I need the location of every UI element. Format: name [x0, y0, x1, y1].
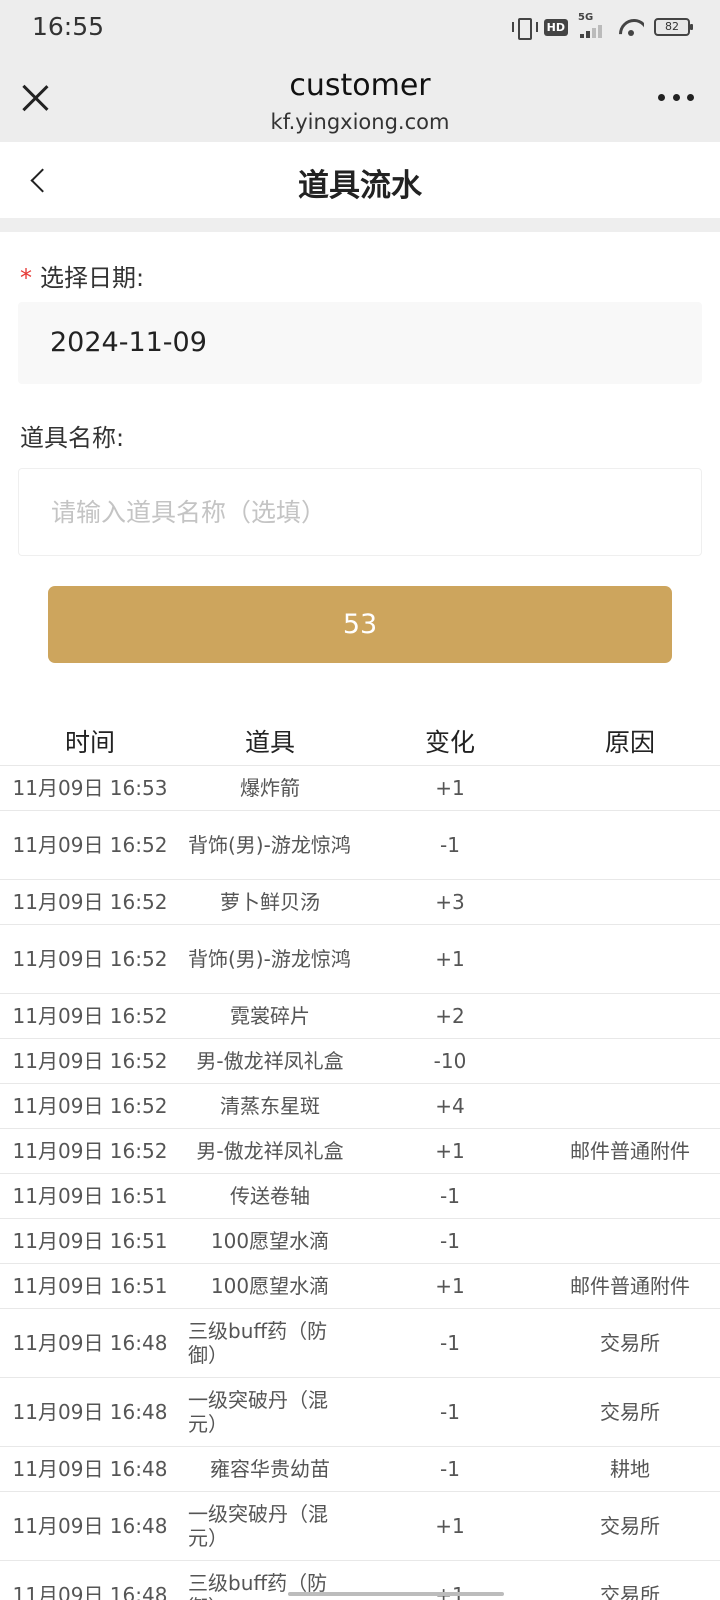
cell-change: +1 [435, 1514, 465, 1538]
item-log-table: 时间 道具 变化 原因 11月09日 16:53 爆炸箭 +1 11月09日 16:5… [0, 716, 720, 1600]
header-time: 时间 [64, 727, 115, 757]
scroll-indicator [288, 1592, 504, 1596]
cell-reason: 交易所 [600, 1583, 660, 1600]
table-row: 11月09日 16:52 男-傲龙祥凤礼盒 +1 邮件普通附件 [0, 1129, 720, 1174]
table-row: 11月09日 16:51 100愿望水滴 +1 邮件普通附件 [0, 1264, 720, 1309]
cell-reason: 邮件普通附件 [570, 1274, 690, 1298]
cell-item: 传送卷轴 [230, 1184, 310, 1208]
date-picker-field[interactable]: 2024-11-09 [18, 302, 702, 384]
table-body: 11月09日 16:53 爆炸箭 +1 11月09日 16:52 背饰(男)-游龙惊鸿 -… [0, 766, 720, 1600]
hd-icon: HD [543, 18, 568, 36]
header-item: 道具 [244, 727, 295, 757]
browser-bar: customer kf.yingxiong.com [0, 58, 720, 142]
cell-change: +1 [435, 947, 465, 971]
cell-item: 100愿望水滴 [210, 1229, 330, 1253]
cell-time: 11月09日 16:48 [12, 1514, 168, 1538]
cell-change: -1 [440, 1331, 460, 1355]
network-label: 5G [578, 12, 594, 23]
table-row: 11月09日 16:51 100愿望水滴 -1 [0, 1219, 720, 1264]
cell-item: 霓裳碎片 [230, 1004, 310, 1028]
table-row: 11月09日 16:52 清蒸东星斑 +4 [0, 1084, 720, 1129]
table-row: 11月09日 16:52 霓裳碎片 +2 [0, 994, 720, 1039]
cell-change: -1 [440, 1184, 460, 1208]
cell-change: -1 [440, 833, 460, 857]
status-time: 16:55 [32, 12, 105, 41]
status-icons: HD 5G 82 [511, 12, 693, 40]
header-reason: 原因 [604, 727, 655, 757]
cell-change: -1 [440, 1457, 460, 1481]
cell-change: +2 [435, 1004, 465, 1028]
table-row: 11月09日 16:53 爆炸箭 +1 [0, 766, 720, 811]
cell-item: 背饰(男)-游龙惊鸿 [188, 833, 351, 857]
status-bar: 16:55 HD 5G 82 [0, 0, 720, 58]
5g-signal-icon: 5G [578, 12, 608, 38]
table-row: 11月09日 16:48 雍容华贵幼苗 -1 耕地 [0, 1447, 720, 1492]
item-name-input[interactable] [18, 468, 702, 556]
page-title: 道具流水 [298, 168, 422, 204]
browser-url: kf.yingxiong.com [270, 110, 450, 134]
vibrate-icon [511, 16, 538, 40]
table-row: 11月09日 16:51 传送卷轴 -1 [0, 1174, 720, 1219]
cell-change: +1 [435, 1139, 465, 1163]
cell-time: 11月09日 16:52 [12, 833, 168, 857]
cell-item: 一级突破丹（混元） [188, 1388, 328, 1436]
table-row: 11月09日 16:52 背饰(男)-游龙惊鸿 +1 [0, 925, 720, 994]
table-row: 11月09日 16:48 一级突破丹（混元） +1 交易所 [0, 1492, 720, 1561]
date-label-text: 选择日期: [40, 264, 145, 292]
cell-reason: 交易所 [600, 1514, 660, 1538]
cell-reason: 交易所 [600, 1331, 660, 1355]
cell-time: 11月09日 16:48 [12, 1457, 168, 1481]
cell-change: -1 [440, 1400, 460, 1424]
cell-change: -1 [440, 1229, 460, 1253]
table-row: 11月09日 16:52 男-傲龙祥凤礼盒 -10 [0, 1039, 720, 1084]
table-header: 时间 道具 变化 原因 [0, 716, 720, 766]
cell-time: 11月09日 16:51 [12, 1184, 168, 1208]
cell-item: 萝卜鲜贝汤 [220, 890, 320, 914]
cell-item: 清蒸东星斑 [220, 1094, 320, 1118]
cell-reason: 邮件普通附件 [570, 1139, 690, 1163]
cell-change: +1 [435, 776, 465, 800]
table-row: 11月09日 16:52 萝卜鲜贝汤 +3 [0, 880, 720, 925]
cell-change: +4 [435, 1094, 465, 1118]
table-row: 11月09日 16:52 背饰(男)-游龙惊鸿 -1 [0, 811, 720, 880]
cell-change: -10 [433, 1049, 467, 1073]
cell-change: +3 [435, 890, 465, 914]
query-button[interactable]: 53 [48, 586, 672, 663]
table-row: 11月09日 16:48 三级buff药（防御） -1 交易所 [0, 1309, 720, 1378]
cell-item: 一级突破丹（混元） [188, 1502, 328, 1550]
cell-reason: 耕地 [610, 1457, 650, 1481]
cell-change: +1 [435, 1274, 465, 1298]
cell-time: 11月09日 16:52 [12, 1094, 168, 1118]
cell-time: 11月09日 16:52 [12, 1004, 168, 1028]
date-label: * 选择日期: [20, 258, 144, 293]
table-row: 11月09日 16:48 一级突破丹（混元） -1 交易所 [0, 1378, 720, 1447]
wifi-icon [618, 16, 644, 38]
cell-item: 男-傲龙祥凤礼盒 [196, 1139, 344, 1163]
header-change: 变化 [424, 727, 475, 757]
browser-title: customer [289, 68, 431, 103]
divider [0, 218, 720, 232]
cell-item: 爆炸箭 [240, 776, 300, 800]
cell-time: 11月09日 16:53 [12, 776, 168, 800]
cell-item: 雍容华贵幼苗 [210, 1457, 330, 1481]
cell-time: 11月09日 16:52 [12, 947, 168, 971]
cell-time: 11月09日 16:51 [12, 1229, 168, 1253]
cell-time: 11月09日 16:51 [12, 1274, 168, 1298]
item-name-label: 道具名称: [20, 424, 125, 452]
cell-time: 11月09日 16:48 [12, 1400, 168, 1424]
battery-icon: 82 [654, 18, 693, 36]
cell-time: 11月09日 16:52 [12, 890, 168, 914]
more-icon[interactable] [658, 91, 694, 103]
cell-time: 11月09日 16:48 [12, 1583, 168, 1600]
cell-item: 背饰(男)-游龙惊鸿 [188, 947, 351, 971]
cell-item: 男-傲龙祥凤礼盒 [196, 1049, 344, 1073]
required-mark: * [20, 264, 32, 292]
cell-time: 11月09日 16:52 [12, 1139, 168, 1163]
cell-item: 三级buff药（防御） [188, 1319, 328, 1367]
cell-time: 11月09日 16:48 [12, 1331, 168, 1355]
page-header: 道具流水 [0, 142, 720, 218]
cell-reason: 交易所 [600, 1400, 660, 1424]
cell-time: 11月09日 16:52 [12, 1049, 168, 1073]
cell-item: 100愿望水滴 [210, 1274, 330, 1298]
